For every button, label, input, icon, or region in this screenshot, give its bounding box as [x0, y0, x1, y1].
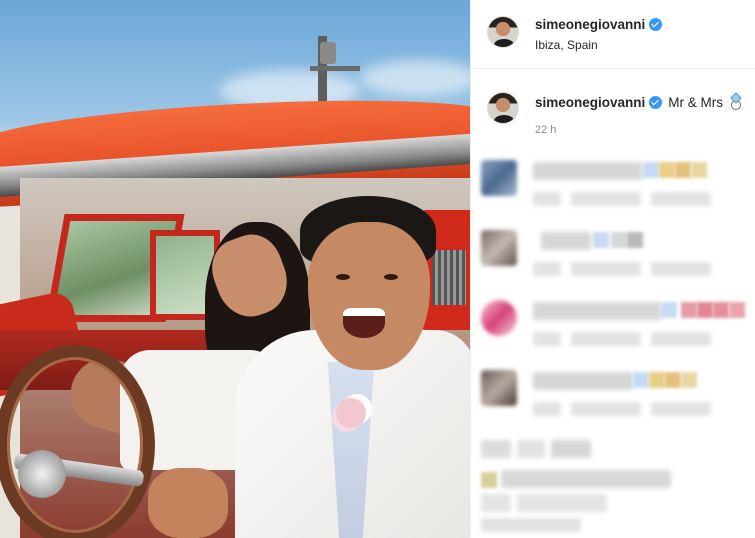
caption-row: simeonegiovanni Mr & Mrs: [535, 94, 742, 110]
steering-wheel-hub: [18, 450, 66, 498]
comment-text-blurred: [517, 440, 545, 458]
comment-emoji-blurred: [729, 302, 745, 318]
comment-meta-blurred: [481, 518, 581, 532]
comment-meta-blurred: [651, 332, 711, 346]
author-name-row: simeonegiovanni: [535, 17, 663, 32]
comment-meta-blurred: [533, 402, 561, 416]
comment-emoji-blurred: [649, 372, 665, 388]
comment-emoji-blurred: [627, 232, 643, 248]
comment-emoji-blurred: [659, 162, 675, 178]
comment-item: [471, 230, 755, 292]
comment-text-blurred: [541, 232, 591, 250]
comment-emoji-blurred: [697, 302, 713, 318]
groom-smile: [343, 308, 385, 338]
car-vent: [432, 250, 466, 305]
comment-text-blurred: [501, 470, 671, 488]
verified-badge-icon: [649, 95, 663, 109]
comment-emoji-blurred: [481, 472, 497, 488]
comment-emoji-blurred: [675, 162, 691, 178]
comment-meta-blurred: [651, 262, 711, 276]
boutonniere: [336, 398, 366, 428]
comment-meta-blurred: [533, 192, 561, 206]
post-photo[interactable]: [0, 0, 470, 538]
post-location[interactable]: Ibiza, Spain: [535, 38, 598, 52]
street-camera: [320, 42, 336, 64]
ring-icon: [729, 94, 742, 110]
comment-emoji-blurred: [681, 302, 697, 318]
verified-badge-icon: [649, 18, 663, 31]
comment-text-blurred: [551, 440, 591, 458]
comment-meta-blurred: [571, 262, 641, 276]
comment-emoji-blurred: [713, 302, 729, 318]
comment-text-blurred: [481, 440, 511, 458]
steering-wheel: [0, 345, 155, 538]
groom-hand: [148, 468, 228, 538]
sky-cloud: [360, 60, 470, 96]
caption-avatar[interactable]: [487, 92, 519, 124]
comment-item: [471, 300, 755, 362]
comment-text-blurred: [533, 302, 661, 320]
comment-item: [471, 438, 755, 538]
caption-username[interactable]: simeonegiovanni: [535, 95, 645, 110]
commenter-avatar[interactable]: [481, 370, 517, 406]
comment-emoji-blurred: [681, 372, 697, 388]
caption-timestamp[interactable]: 22 h: [535, 124, 556, 136]
comment-emoji-blurred: [611, 232, 627, 248]
comment-emoji-blurred: [665, 372, 681, 388]
groom-eye: [336, 274, 350, 280]
commenter-avatar[interactable]: [481, 300, 517, 336]
author-avatar[interactable]: [487, 16, 519, 48]
comment-meta-blurred: [533, 332, 561, 346]
comment-meta-blurred: [571, 402, 641, 416]
comment-text-blurred: [533, 162, 643, 180]
comment-item: [471, 370, 755, 432]
commenter-avatar[interactable]: [481, 160, 517, 196]
comment-text-blurred: [481, 494, 511, 512]
comment-text-blurred: [517, 494, 607, 512]
comment-emoji-blurred: [643, 162, 659, 178]
comment-meta-blurred: [571, 192, 641, 206]
commenter-avatar[interactable]: [481, 230, 517, 266]
comment-emoji-blurred: [633, 372, 649, 388]
comment-emoji-blurred: [661, 302, 677, 318]
street-pole-arm: [310, 66, 360, 71]
comment-emoji-blurred: [691, 162, 707, 178]
comment-meta-blurred: [571, 332, 641, 346]
comment-meta-blurred: [651, 402, 711, 416]
post-header: simeonegiovanni Ibiza, Spain: [471, 0, 755, 69]
comment-meta-blurred: [533, 262, 561, 276]
comment-item: [471, 160, 755, 222]
groom-eye: [384, 274, 398, 280]
comment-emoji-blurred: [593, 232, 609, 248]
comment-text-blurred: [533, 372, 633, 390]
groom-face: [308, 222, 430, 370]
post-side-panel: simeonegiovanni Ibiza, Spain simeonegiov…: [470, 0, 755, 538]
author-username[interactable]: simeonegiovanni: [535, 17, 645, 32]
comment-meta-blurred: [651, 192, 711, 206]
caption-text: Mr & Mrs: [668, 94, 724, 110]
